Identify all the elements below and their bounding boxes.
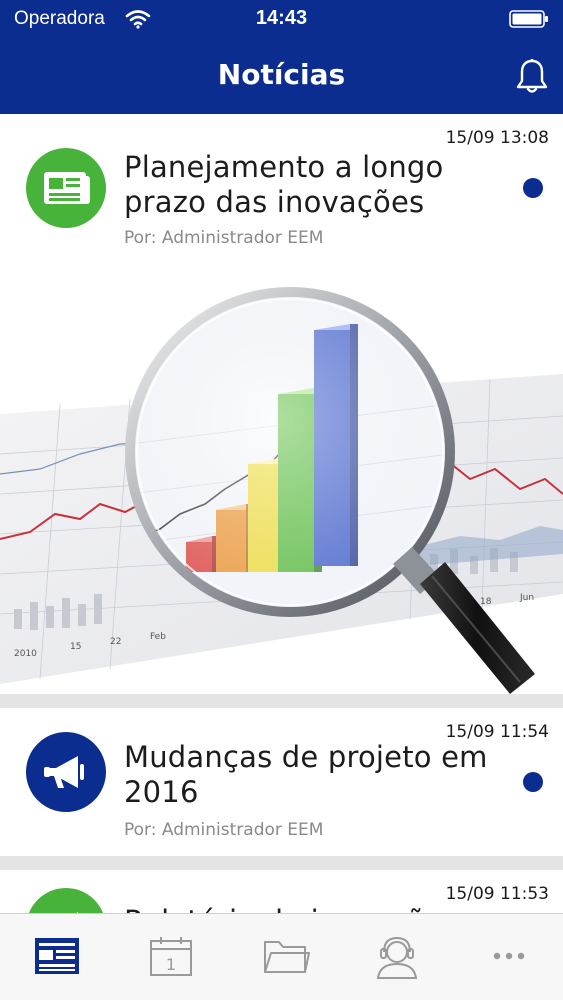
megaphone-icon [76,912,78,913]
megaphone-icon [44,756,84,788]
tab-calendar[interactable]: 1 [147,934,197,980]
news-title: Planejamento a longo prazo das inovações [124,150,444,219]
news-author: Por: Administrador EEM [124,228,324,248]
svg-text:Feb: Feb [150,632,166,642]
tab-bar: 1 [0,913,563,1000]
news-title: Relatório de inovações [124,904,493,913]
bell-icon[interactable] [515,58,549,100]
news-category-avatar [26,148,106,228]
news-date: 15/09 11:54 [445,722,549,742]
tab-more[interactable] [484,934,534,980]
tab-files[interactable] [261,934,311,980]
nav-bar: Notícias [0,38,563,114]
news-card[interactable]: 15/09 11:54 Mudanças de projeto em 2016 … [0,708,563,856]
news-icon [35,938,79,974]
unread-indicator [523,178,543,198]
news-card[interactable]: 15/09 11:53 Relatório de inovações [0,870,563,913]
tab-news[interactable] [33,934,83,980]
svg-text:Jun: Jun [519,593,534,603]
news-card[interactable]: 15/09 13:08 Planejamento a longo prazo d… [0,114,563,694]
more-icon [493,952,525,960]
news-category-avatar [26,888,106,913]
news-author: Por: Administrador EEM [124,820,324,840]
calendar-day: 1 [166,955,176,974]
status-bar: Operadora 14:43 [0,0,563,38]
unread-indicator [523,772,543,792]
folder-icon [264,941,310,973]
news-image: 2010 15 22 Feb May 18 Jun [0,264,563,694]
news-title: Mudanças de projeto em 2016 [124,740,488,809]
news-category-avatar [26,732,106,812]
svg-text:2010: 2010 [14,649,37,659]
news-date: 15/09 13:08 [445,128,549,148]
svg-text:15: 15 [70,642,81,652]
calendar-icon: 1 [150,937,192,976]
news-date: 15/09 11:53 [445,884,549,904]
newspaper-icon [44,172,90,204]
page-title: Notícias [217,58,346,91]
support-icon [376,936,418,979]
news-feed[interactable]: 15/09 13:08 Planejamento a longo prazo d… [0,114,563,913]
svg-text:18: 18 [480,597,492,607]
status-time: 14:43 [255,7,308,29]
battery-icon [509,10,549,32]
svg-text:22: 22 [110,637,121,647]
tab-support[interactable] [372,934,422,980]
